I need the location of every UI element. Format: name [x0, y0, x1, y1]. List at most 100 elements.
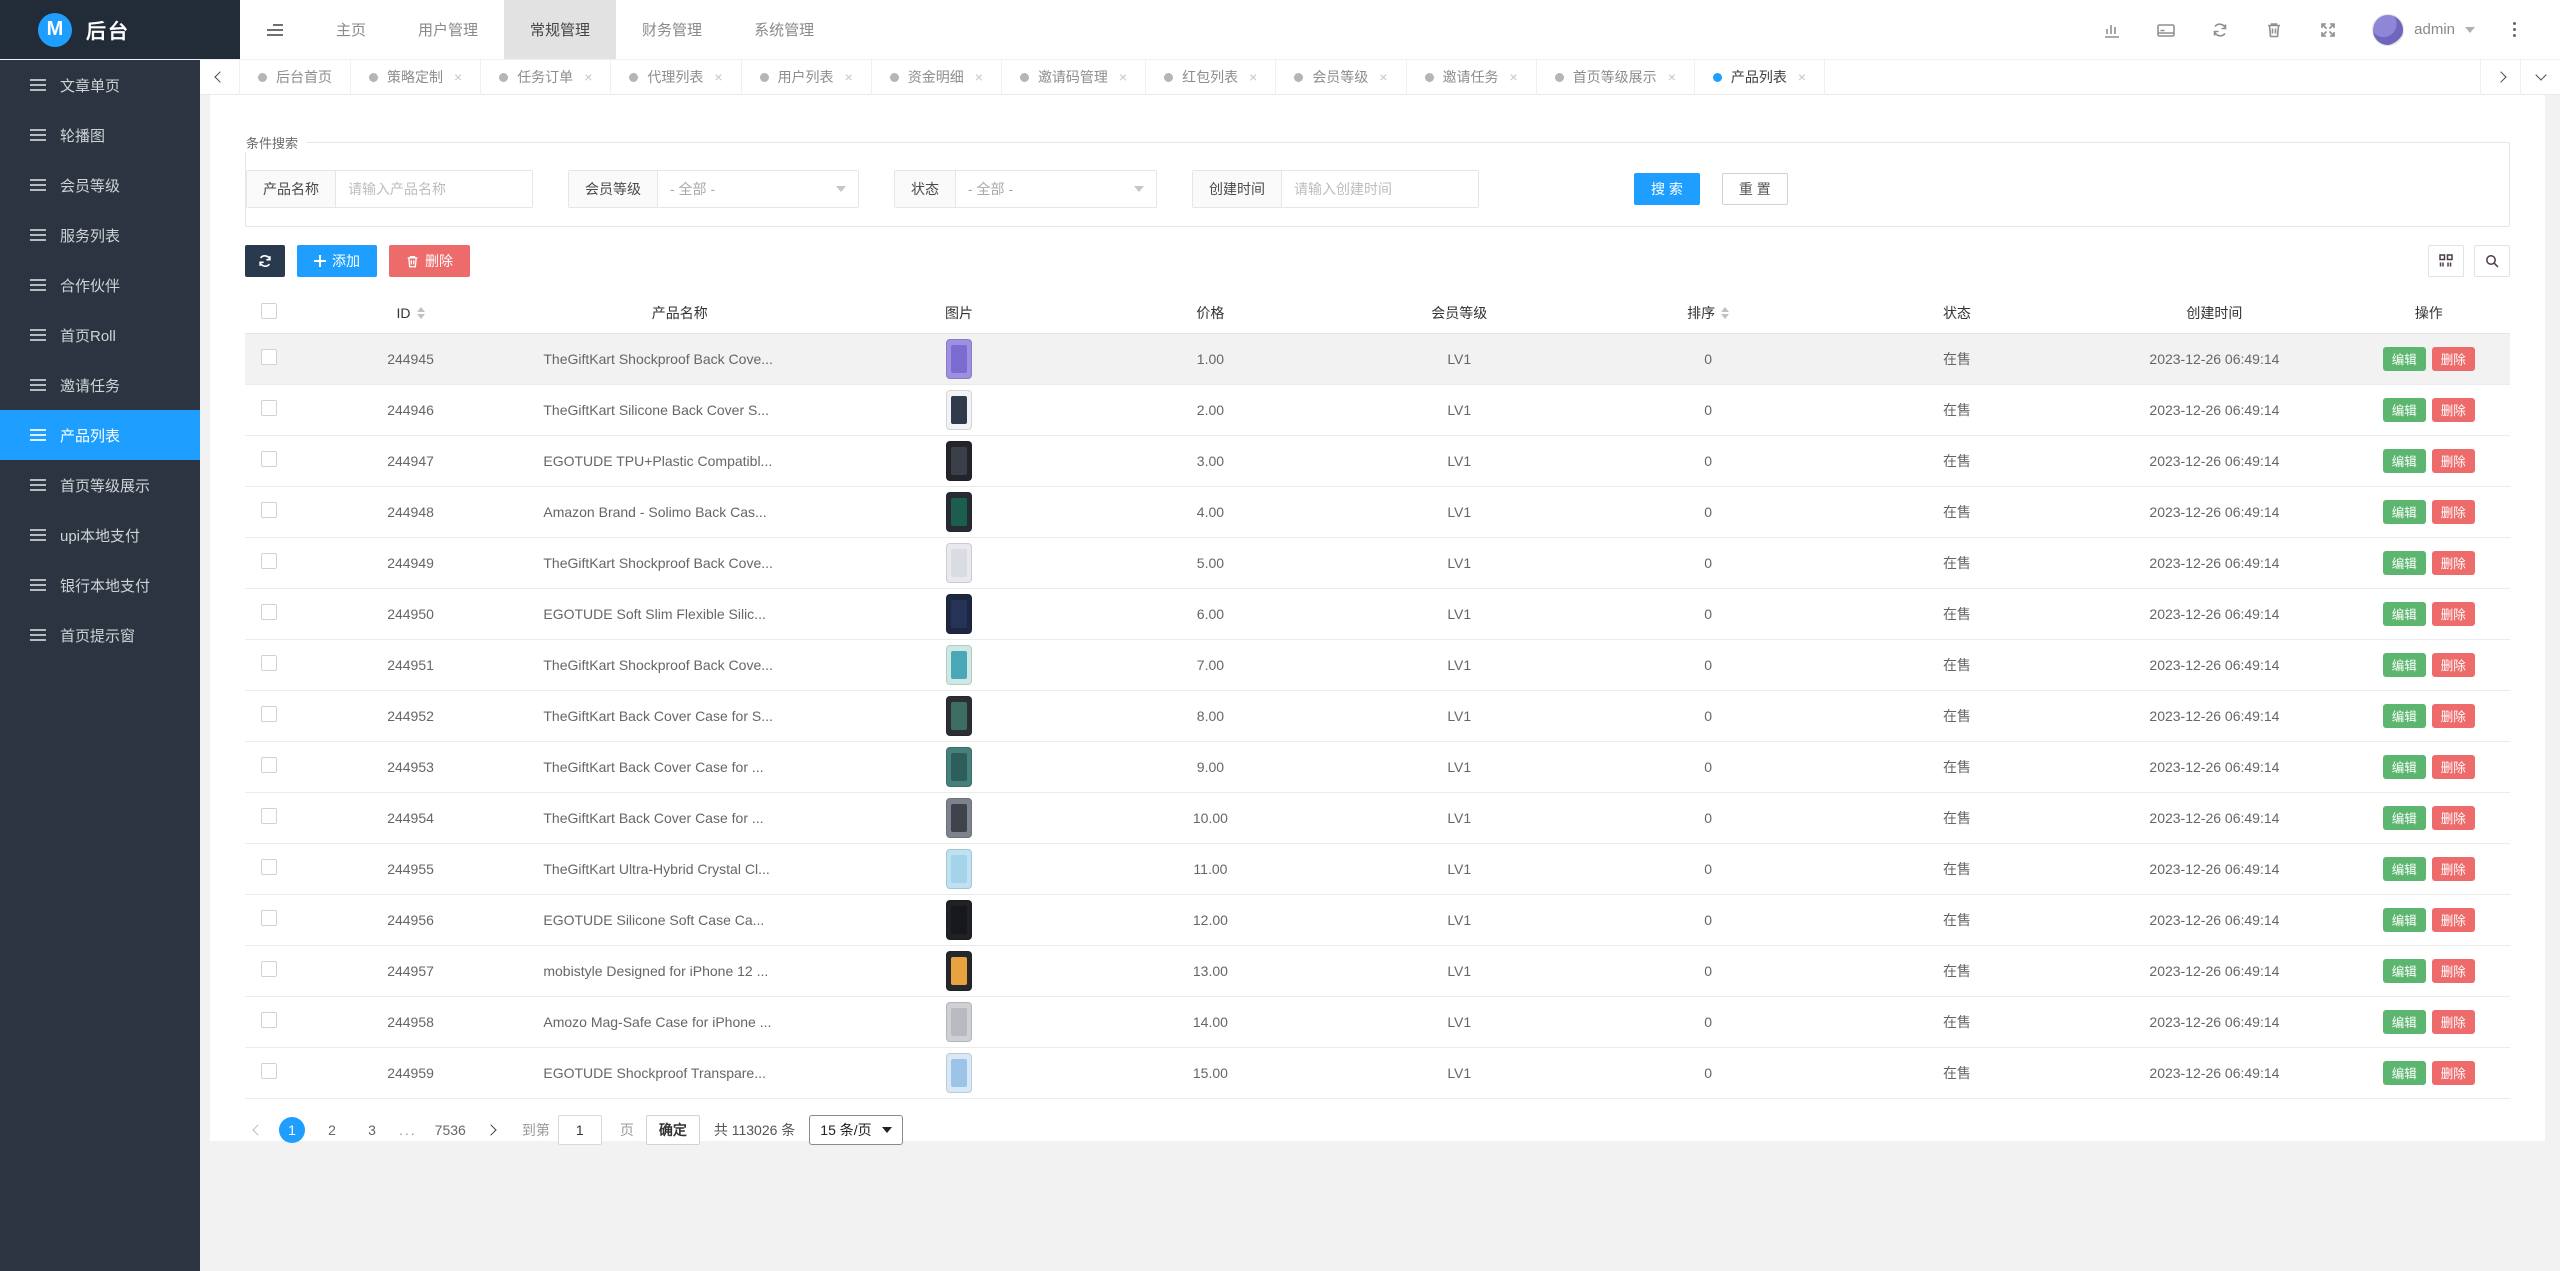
edit-button[interactable]: 编辑 — [2383, 500, 2426, 524]
edit-button[interactable]: 编辑 — [2383, 959, 2426, 983]
row-checkbox[interactable] — [261, 961, 277, 977]
goto-confirm-button[interactable]: 确定 — [646, 1115, 700, 1145]
user-menu[interactable]: admin — [2372, 14, 2475, 46]
tab[interactable]: 邀请任务× — [1407, 60, 1537, 94]
table-search-button[interactable] — [2474, 245, 2510, 277]
edit-button[interactable]: 编辑 — [2383, 449, 2426, 473]
edit-button[interactable]: 编辑 — [2383, 755, 2426, 779]
edit-button[interactable]: 编辑 — [2383, 704, 2426, 728]
menu-item[interactable]: 主页 — [310, 0, 392, 59]
delete-row-button[interactable]: 删除 — [2432, 704, 2475, 728]
edit-button[interactable]: 编辑 — [2383, 347, 2426, 371]
sidebar-item[interactable]: 邀请任务 — [0, 360, 200, 410]
tab[interactable]: 策略定制× — [351, 60, 481, 94]
tabs-menu-button[interactable] — [2520, 60, 2560, 94]
columns-filter-button[interactable] — [2428, 245, 2464, 277]
tab[interactable]: 用户列表× — [742, 60, 872, 94]
delete-row-button[interactable]: 删除 — [2432, 857, 2475, 881]
sidebar-item[interactable]: upi本地支付 — [0, 510, 200, 560]
delete-row-button[interactable]: 删除 — [2432, 449, 2475, 473]
tab[interactable]: 产品列表× — [1695, 60, 1825, 94]
tab[interactable]: 红包列表× — [1146, 60, 1276, 94]
page-number[interactable]: 3 — [359, 1117, 385, 1143]
delete-row-button[interactable]: 删除 — [2432, 602, 2475, 626]
row-checkbox[interactable] — [261, 859, 277, 875]
refresh-icon[interactable] — [2210, 20, 2230, 40]
row-checkbox[interactable] — [261, 706, 277, 722]
bar-chart-icon[interactable] — [2102, 20, 2122, 40]
more-options-icon[interactable] — [2509, 20, 2520, 39]
row-checkbox[interactable] — [261, 910, 277, 926]
tab[interactable]: 代理列表× — [611, 60, 741, 94]
sort-icon[interactable] — [1721, 307, 1729, 319]
tab[interactable]: 邀请码管理× — [1002, 60, 1146, 94]
trash-icon[interactable] — [2264, 20, 2284, 40]
sidebar-item[interactable]: 服务列表 — [0, 210, 200, 260]
row-checkbox[interactable] — [261, 1063, 277, 1079]
page-size-select[interactable]: 15 条/页 — [809, 1115, 902, 1145]
delete-button[interactable]: 删除 — [389, 245, 470, 277]
tab-close-icon[interactable]: × — [1379, 69, 1387, 85]
menu-item[interactable]: 系统管理 — [728, 0, 840, 59]
menu-toggle-icon[interactable] — [240, 0, 310, 59]
tab-close-icon[interactable]: × — [584, 69, 592, 85]
refresh-button[interactable] — [245, 245, 285, 277]
row-checkbox[interactable] — [261, 604, 277, 620]
sort-icon[interactable] — [417, 307, 425, 319]
tab-close-icon[interactable]: × — [454, 69, 462, 85]
tab[interactable]: 首页等级展示× — [1537, 60, 1695, 94]
row-checkbox[interactable] — [261, 808, 277, 824]
row-checkbox[interactable] — [261, 451, 277, 467]
tab-close-icon[interactable]: × — [1249, 69, 1257, 85]
delete-row-button[interactable]: 删除 — [2432, 1010, 2475, 1034]
tab-close-icon[interactable]: × — [1798, 69, 1806, 85]
next-page-button[interactable] — [478, 1117, 504, 1143]
edit-button[interactable]: 编辑 — [2383, 1010, 2426, 1034]
reset-button[interactable]: 重 置 — [1722, 173, 1788, 205]
delete-row-button[interactable]: 删除 — [2432, 500, 2475, 524]
menu-item[interactable]: 财务管理 — [616, 0, 728, 59]
row-checkbox[interactable] — [261, 502, 277, 518]
row-checkbox[interactable] — [261, 1012, 277, 1028]
tab-close-icon[interactable]: × — [845, 69, 853, 85]
sidebar-item[interactable]: 银行本地支付 — [0, 560, 200, 610]
row-checkbox[interactable] — [261, 757, 277, 773]
status-select[interactable]: - 全部 - — [956, 171, 1156, 207]
select-all-checkbox[interactable] — [261, 303, 277, 319]
credit-card-icon[interactable] — [2156, 20, 2176, 40]
tab-close-icon[interactable]: × — [1510, 69, 1518, 85]
edit-button[interactable]: 编辑 — [2383, 1061, 2426, 1085]
edit-button[interactable]: 编辑 — [2383, 653, 2426, 677]
sidebar-item[interactable]: 文章单页 — [0, 60, 200, 110]
delete-row-button[interactable]: 删除 — [2432, 551, 2475, 575]
tab-close-icon[interactable]: × — [1119, 69, 1127, 85]
tab-close-icon[interactable]: × — [1668, 69, 1676, 85]
sidebar-item[interactable]: 产品列表 — [0, 410, 200, 460]
edit-button[interactable]: 编辑 — [2383, 551, 2426, 575]
tab[interactable]: 资金明细× — [872, 60, 1002, 94]
page-number[interactable]: 1 — [279, 1117, 305, 1143]
edit-button[interactable]: 编辑 — [2383, 908, 2426, 932]
delete-row-button[interactable]: 删除 — [2432, 755, 2475, 779]
row-checkbox[interactable] — [261, 400, 277, 416]
tab[interactable]: 会员等级× — [1276, 60, 1406, 94]
product-name-input[interactable] — [336, 171, 532, 207]
delete-row-button[interactable]: 删除 — [2432, 653, 2475, 677]
tab[interactable]: 任务订单× — [481, 60, 611, 94]
menu-item[interactable]: 用户管理 — [392, 0, 504, 59]
delete-row-button[interactable]: 删除 — [2432, 347, 2475, 371]
member-level-select[interactable]: - 全部 - — [658, 171, 858, 207]
menu-item[interactable]: 常规管理 — [504, 0, 616, 59]
delete-row-button[interactable]: 删除 — [2432, 806, 2475, 830]
search-button[interactable]: 搜 索 — [1634, 173, 1700, 205]
edit-button[interactable]: 编辑 — [2383, 806, 2426, 830]
sidebar-item[interactable]: 首页等级展示 — [0, 460, 200, 510]
add-button[interactable]: 添加 — [297, 245, 377, 277]
row-checkbox[interactable] — [261, 655, 277, 671]
tab-close-icon[interactable]: × — [714, 69, 722, 85]
fullscreen-icon[interactable] — [2318, 20, 2338, 40]
row-checkbox[interactable] — [261, 553, 277, 569]
delete-row-button[interactable]: 删除 — [2432, 959, 2475, 983]
delete-row-button[interactable]: 删除 — [2432, 398, 2475, 422]
prev-page-button[interactable] — [245, 1117, 271, 1143]
